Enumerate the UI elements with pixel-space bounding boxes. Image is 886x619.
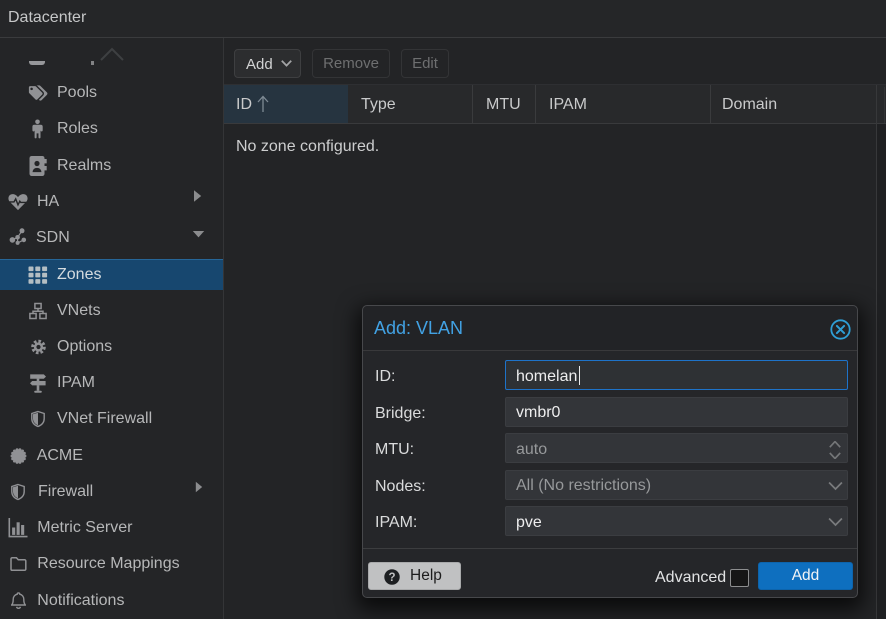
svg-text:?: ? [388,572,395,584]
